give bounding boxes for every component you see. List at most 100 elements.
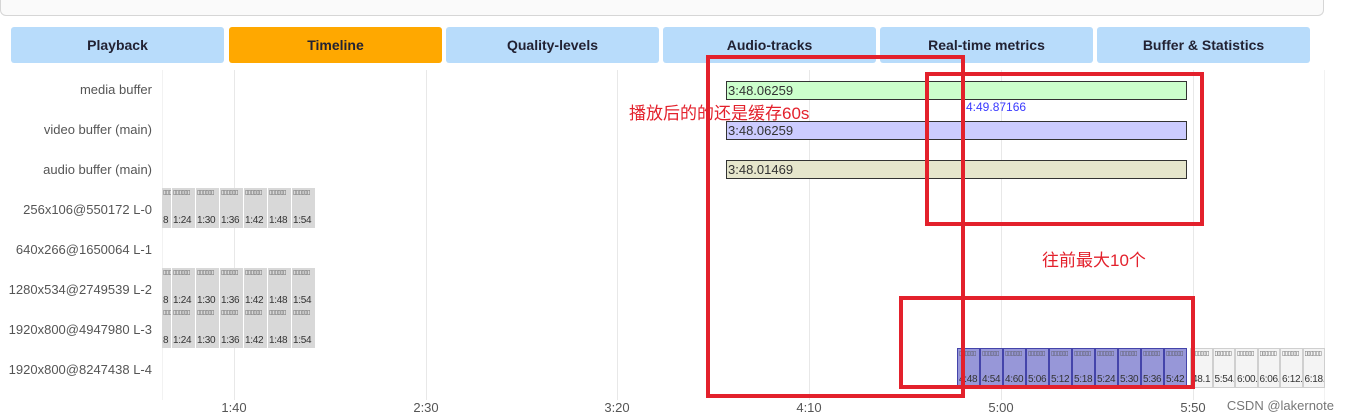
fragment-time-label: 1:36 bbox=[221, 295, 240, 306]
fragment-url-glyph: ▯▯▯▯▯▯ bbox=[163, 310, 172, 316]
row-label-audio-buffer: audio buffer (main) bbox=[43, 162, 152, 177]
fragment-cell: ▯▯▯▯▯▯ 1:54 bbox=[292, 308, 316, 348]
row-label-video-buffer: video buffer (main) bbox=[43, 122, 152, 137]
fragment-time-label: 1:42 bbox=[245, 335, 264, 346]
fragment-url-glyph: ▯▯▯▯▯▯ bbox=[1282, 351, 1299, 357]
fragment-time-label: 1:30 bbox=[197, 295, 216, 306]
annotation-note-max-10: 往前最大10个 bbox=[1042, 251, 1146, 270]
fragment-url-glyph: ▯▯▯▯▯▯ bbox=[293, 310, 310, 316]
fragment-url-glyph: ▯▯▯▯▯▯ bbox=[1259, 351, 1277, 357]
fragment-cell: ▯▯▯▯▯▯ 6:00.1 bbox=[1235, 348, 1258, 388]
fragment-time-label: 1:36 bbox=[221, 215, 240, 226]
fragment-cell: ▯▯▯▯▯▯ 1:30 bbox=[196, 308, 220, 348]
fragment-url-glyph: ▯▯▯▯▯▯ bbox=[245, 270, 262, 276]
fragment-time-label: 6:06.1 bbox=[1259, 374, 1280, 385]
fragment-url-glyph: ▯▯▯▯▯▯ bbox=[221, 190, 238, 196]
fragment-time-label: 1:24 bbox=[173, 335, 192, 346]
fragment-cell: ▯▯▯▯▯▯ 6:18.1 bbox=[1302, 348, 1325, 388]
fragment-time-label: 8 bbox=[163, 335, 169, 346]
fragment-url-glyph: ▯▯▯▯▯▯ bbox=[197, 310, 214, 316]
fragment-time-label: 1:54 bbox=[293, 335, 312, 346]
fragment-url-glyph: ▯▯▯▯▯▯ bbox=[293, 190, 310, 196]
fragment-url-glyph: ▯▯▯▯▯▯ bbox=[221, 270, 238, 276]
annotation-note-cache-60s: 播放后的的还是缓存60s bbox=[629, 104, 810, 123]
fragment-time-label: 8 bbox=[163, 215, 169, 226]
fragment-cell: ▯▯▯▯▯▯ 1:54 bbox=[292, 188, 316, 228]
fragment-cell: ▯▯▯▯▯▯ 6:12.1 bbox=[1280, 348, 1303, 388]
fragment-cell: ▯▯▯▯▯▯ 1:24 bbox=[172, 268, 196, 308]
fragment-cell: ▯▯▯▯▯▯ 8 bbox=[162, 308, 172, 348]
axis-tick: 2:30 bbox=[413, 400, 439, 415]
fragment-time-label: 6:18.1 bbox=[1304, 374, 1325, 385]
grid-line bbox=[426, 70, 427, 400]
fragment-url-glyph: ▯▯▯▯▯▯ bbox=[163, 270, 172, 276]
fragment-url-glyph: ▯▯▯▯▯▯ bbox=[245, 310, 262, 316]
fragment-url-glyph: ▯▯▯▯▯▯ bbox=[173, 270, 190, 276]
row-label-level-4: 1920x800@8247438 L-4 bbox=[8, 362, 152, 377]
fragment-url-glyph: ▯▯▯▯▯▯ bbox=[221, 310, 238, 316]
fragment-url-glyph: ▯▯▯▯▯▯ bbox=[197, 270, 214, 276]
tab-bar: Playback Timeline Quality-levels Audio-t… bbox=[11, 27, 1311, 63]
fragment-cell: ▯▯▯▯▯▯ 1:48 bbox=[268, 308, 292, 348]
axis-tick: 3:20 bbox=[604, 400, 630, 415]
fragment-time-label: 1:42 bbox=[245, 215, 264, 226]
fragment-url-glyph: ▯▯▯▯▯▯ bbox=[173, 310, 190, 316]
fragment-cell: ▯▯▯▯▯▯ 1:48 bbox=[268, 268, 292, 308]
fragment-url-glyph: ▯▯▯▯▯▯ bbox=[197, 190, 214, 196]
fragment-time-label: 1:24 bbox=[173, 215, 192, 226]
grid-line bbox=[162, 70, 163, 400]
tab-quality-levels[interactable]: Quality-levels bbox=[446, 27, 659, 63]
fragment-url-glyph: ▯▯▯▯▯▯ bbox=[1237, 351, 1254, 357]
fragment-cell: ▯▯▯▯▯▯ 8 bbox=[162, 268, 172, 308]
fragment-cell: ▯▯▯▯▯▯ 1:48 bbox=[268, 188, 292, 228]
fragment-time-label: 6:12.1 bbox=[1282, 374, 1303, 385]
fragment-cell: ▯▯▯▯▯▯ 1:42 bbox=[244, 188, 268, 228]
fragment-time-label: 1:54 bbox=[293, 295, 312, 306]
fragment-url-glyph: ▯▯▯▯▯▯ bbox=[1214, 351, 1232, 357]
top-panel-edge bbox=[0, 0, 1324, 16]
fragment-time-label: 1:24 bbox=[173, 295, 192, 306]
fragment-cell: ▯▯▯▯▯▯ 1:54 bbox=[292, 268, 316, 308]
fragment-cell: ▯▯▯▯▯▯ 6:06.1 bbox=[1257, 348, 1280, 388]
fragment-url-glyph: ▯▯▯▯▯▯ bbox=[269, 310, 286, 316]
grid-line bbox=[617, 70, 618, 400]
fragment-cell: ▯▯▯▯▯▯ 8 bbox=[162, 188, 172, 228]
row-label-level-0: 256x106@550172 L-0 bbox=[23, 202, 152, 217]
fragment-cell: ▯▯▯▯▯▯ 1:36 bbox=[220, 308, 244, 348]
fragment-time-label: 1:48 bbox=[269, 295, 288, 306]
fragment-time-label: 1:48 bbox=[269, 335, 288, 346]
row-label-level-3: 1920x800@4947980 L-3 bbox=[8, 322, 152, 337]
fragment-time-label: 5:54.1 bbox=[1214, 374, 1235, 385]
fragment-time-label: 1:30 bbox=[197, 215, 216, 226]
fragment-time-label: 8 bbox=[163, 295, 169, 306]
fragment-cell: ▯▯▯▯▯▯ 1:36 bbox=[220, 268, 244, 308]
annotation-box-forward-buffer bbox=[925, 72, 1204, 226]
fragment-url-glyph: ▯▯▯▯▯▯ bbox=[293, 270, 310, 276]
axis-tick: 5:50 bbox=[1180, 400, 1206, 415]
fragment-url-glyph: ▯▯▯▯▯▯ bbox=[269, 270, 286, 276]
row-label-level-2: 1280x534@2749539 L-2 bbox=[8, 282, 152, 297]
fragment-url-glyph: ▯▯▯▯▯▯ bbox=[269, 190, 286, 196]
tab-playback[interactable]: Playback bbox=[11, 27, 224, 63]
fragment-time-label: 1:42 bbox=[245, 295, 264, 306]
fragment-url-glyph: ▯▯▯▯▯▯ bbox=[173, 190, 190, 196]
fragment-cell: ▯▯▯▯▯▯ 1:30 bbox=[196, 268, 220, 308]
fragment-cell: ▯▯▯▯▯▯ 1:24 bbox=[172, 308, 196, 348]
fragment-time-label: 1:36 bbox=[221, 335, 240, 346]
watermark: CSDN @lakernote bbox=[1226, 398, 1334, 413]
fragment-url-glyph: ▯▯▯▯▯▯ bbox=[1304, 351, 1322, 357]
tab-timeline[interactable]: Timeline bbox=[229, 27, 442, 63]
fragment-cell: ▯▯▯▯▯▯ 1:42 bbox=[244, 308, 268, 348]
fragment-cell: ▯▯▯▯▯▯ 5:54.1 bbox=[1212, 348, 1235, 388]
grid-line bbox=[234, 70, 235, 400]
axis-tick: 1:40 bbox=[221, 400, 247, 415]
fragment-time-label: 1:48 bbox=[269, 215, 288, 226]
axis-tick: 5:00 bbox=[988, 400, 1014, 415]
tab-buffer-statistics[interactable]: Buffer & Statistics bbox=[1097, 27, 1310, 63]
fragment-url-glyph: ▯▯▯▯▯▯ bbox=[163, 190, 172, 196]
annotation-box-fragments bbox=[899, 296, 1195, 389]
fragment-cell: ▯▯▯▯▯▯ 1:42 bbox=[244, 268, 268, 308]
fragment-time-label: 6:00.1 bbox=[1237, 374, 1258, 385]
fragment-cell: ▯▯▯▯▯▯ 1:24 bbox=[172, 188, 196, 228]
row-label-level-1: 640x266@1650064 L-1 bbox=[15, 242, 152, 257]
